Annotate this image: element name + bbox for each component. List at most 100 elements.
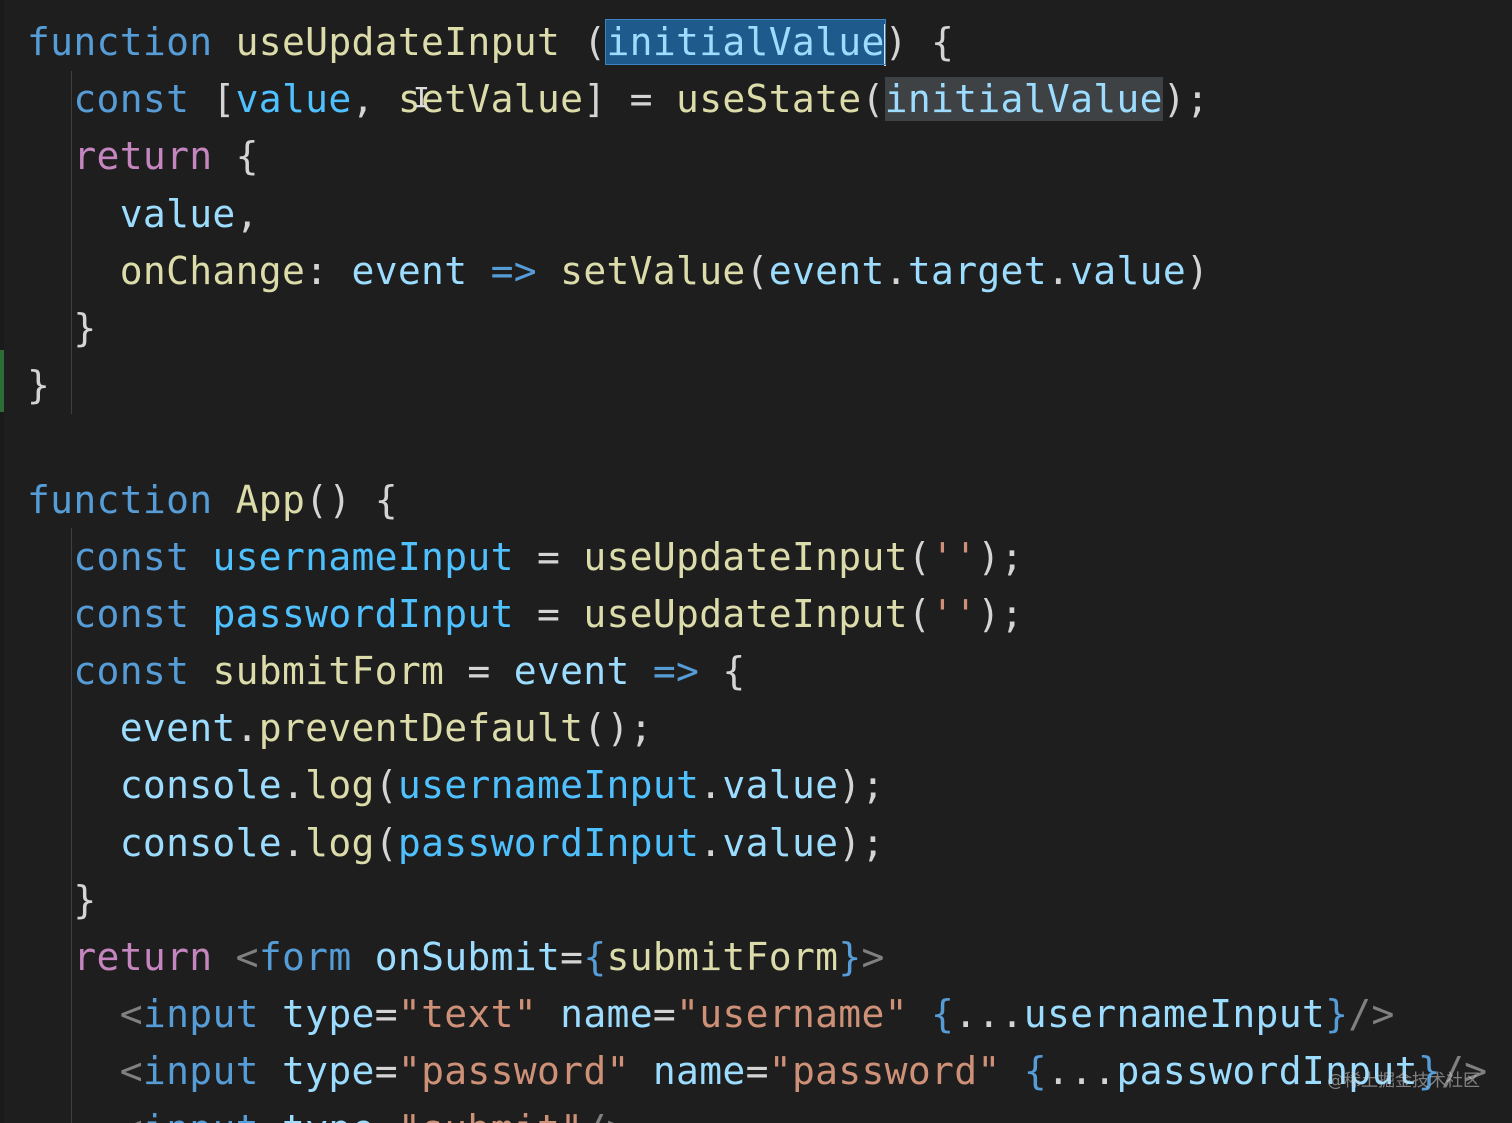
code-token: [ — [189, 77, 236, 122]
code-token: initialValue — [605, 19, 886, 65]
code-line[interactable]: const usernameInput = useUpdateInput('')… — [27, 529, 1512, 586]
editor-gutter — [0, 0, 4, 1123]
code-token: } — [27, 877, 97, 922]
code-line[interactable]: const [value, setValue] = useState(initi… — [27, 71, 1512, 128]
code-line[interactable]: value, — [27, 186, 1512, 243]
code-line[interactable]: const submitForm = event => { — [27, 643, 1512, 700]
code-line[interactable]: console.log(passwordInput.value); — [27, 815, 1512, 872]
code-line[interactable] — [27, 414, 1512, 471]
code-line[interactable]: } — [27, 300, 1512, 357]
code-line[interactable]: } — [27, 357, 1512, 414]
code-line[interactable]: return <form onSubmit={submitForm}> — [27, 929, 1512, 986]
code-token: ); — [838, 763, 885, 808]
code-token: (); — [583, 706, 653, 751]
code-token: type — [281, 992, 375, 1037]
code-token: = — [375, 1107, 398, 1123]
code-token: = — [513, 591, 584, 636]
code-line[interactable]: <input type="text" name="username" {...u… — [27, 986, 1512, 1043]
code-token: { — [1023, 1049, 1047, 1094]
code-line[interactable]: <input type="password" name="password" {… — [27, 1043, 1512, 1100]
code-token: return — [73, 134, 213, 179]
code-token: "username" — [676, 992, 908, 1037]
code-token: useUpdateInput — [583, 534, 908, 579]
watermark: @稀土掘金技术社区 — [1327, 1071, 1480, 1091]
code-token: } — [27, 363, 51, 408]
code-token: { — [699, 649, 746, 694]
code-token: ( — [374, 820, 398, 865]
code-token: ); — [977, 534, 1024, 579]
code-token: ); — [1162, 77, 1210, 122]
code-token: ) — [1186, 248, 1210, 293]
code-token: const — [73, 649, 190, 694]
code-token: '' — [931, 591, 978, 636]
code-token: { — [212, 134, 259, 179]
code-line[interactable]: const passwordInput = useUpdateInput('')… — [27, 586, 1512, 643]
code-area[interactable]: function useUpdateInput (initialValue) {… — [27, 14, 1512, 1123]
code-token: passwordInput — [397, 820, 700, 865]
code-line[interactable]: function useUpdateInput (initialValue) { — [27, 14, 1512, 71]
code-line[interactable]: } — [27, 872, 1512, 929]
code-token: preventDefault — [258, 706, 584, 751]
code-token: log — [305, 820, 375, 865]
code-token: target — [907, 248, 1047, 293]
code-token: log — [305, 763, 375, 808]
code-token: , — [235, 191, 259, 236]
code-token: => — [652, 649, 700, 694]
code-line[interactable]: return { — [27, 128, 1512, 185]
code-line[interactable]: function App() { — [27, 472, 1512, 529]
code-token: . — [281, 820, 306, 865]
code-line[interactable]: onChange: event => setValue(event.target… — [27, 243, 1512, 300]
code-token: value — [235, 77, 352, 122]
code-token: /> — [1348, 992, 1395, 1037]
code-token: : — [305, 248, 352, 293]
code-line[interactable]: <input type="submit"/> — [27, 1101, 1512, 1123]
code-token: const — [73, 77, 190, 122]
code-token: < — [235, 935, 259, 979]
code-token: "password" — [768, 1049, 1001, 1094]
code-token: < — [119, 992, 143, 1037]
code-token: . — [1046, 248, 1071, 293]
code-line[interactable]: event.preventDefault(); — [27, 700, 1512, 757]
code-token: const — [73, 534, 190, 579]
code-editor[interactable]: function useUpdateInput (initialValue) {… — [0, 0, 1512, 1123]
code-token: console — [119, 820, 282, 865]
code-token: } — [838, 935, 862, 979]
code-token: value — [722, 763, 839, 808]
code-token: input — [142, 992, 259, 1037]
code-token: initialValue — [884, 77, 1163, 122]
git-change-marker — [0, 350, 4, 412]
code-token: { — [583, 935, 607, 979]
code-token: usernameInput — [1023, 992, 1326, 1037]
code-token: < — [120, 1107, 143, 1123]
code-token: onSubmit — [374, 935, 561, 979]
code-token: ] = — [583, 77, 677, 122]
code-token: ( — [907, 534, 931, 579]
code-token: ) { — [884, 20, 955, 64]
code-token: { — [931, 992, 955, 1037]
code-token: '' — [931, 534, 978, 579]
code-token: /> — [583, 1107, 629, 1123]
code-token: event — [351, 248, 468, 293]
code-token: const — [73, 591, 190, 636]
code-token: App — [235, 477, 306, 522]
code-token: usernameInput — [212, 534, 514, 579]
code-token: passwordInput — [212, 591, 514, 636]
code-token: value — [722, 820, 839, 865]
code-token: < — [119, 1049, 143, 1094]
code-line[interactable]: console.log(usernameInput.value); — [27, 757, 1512, 814]
code-token: > — [861, 935, 885, 979]
